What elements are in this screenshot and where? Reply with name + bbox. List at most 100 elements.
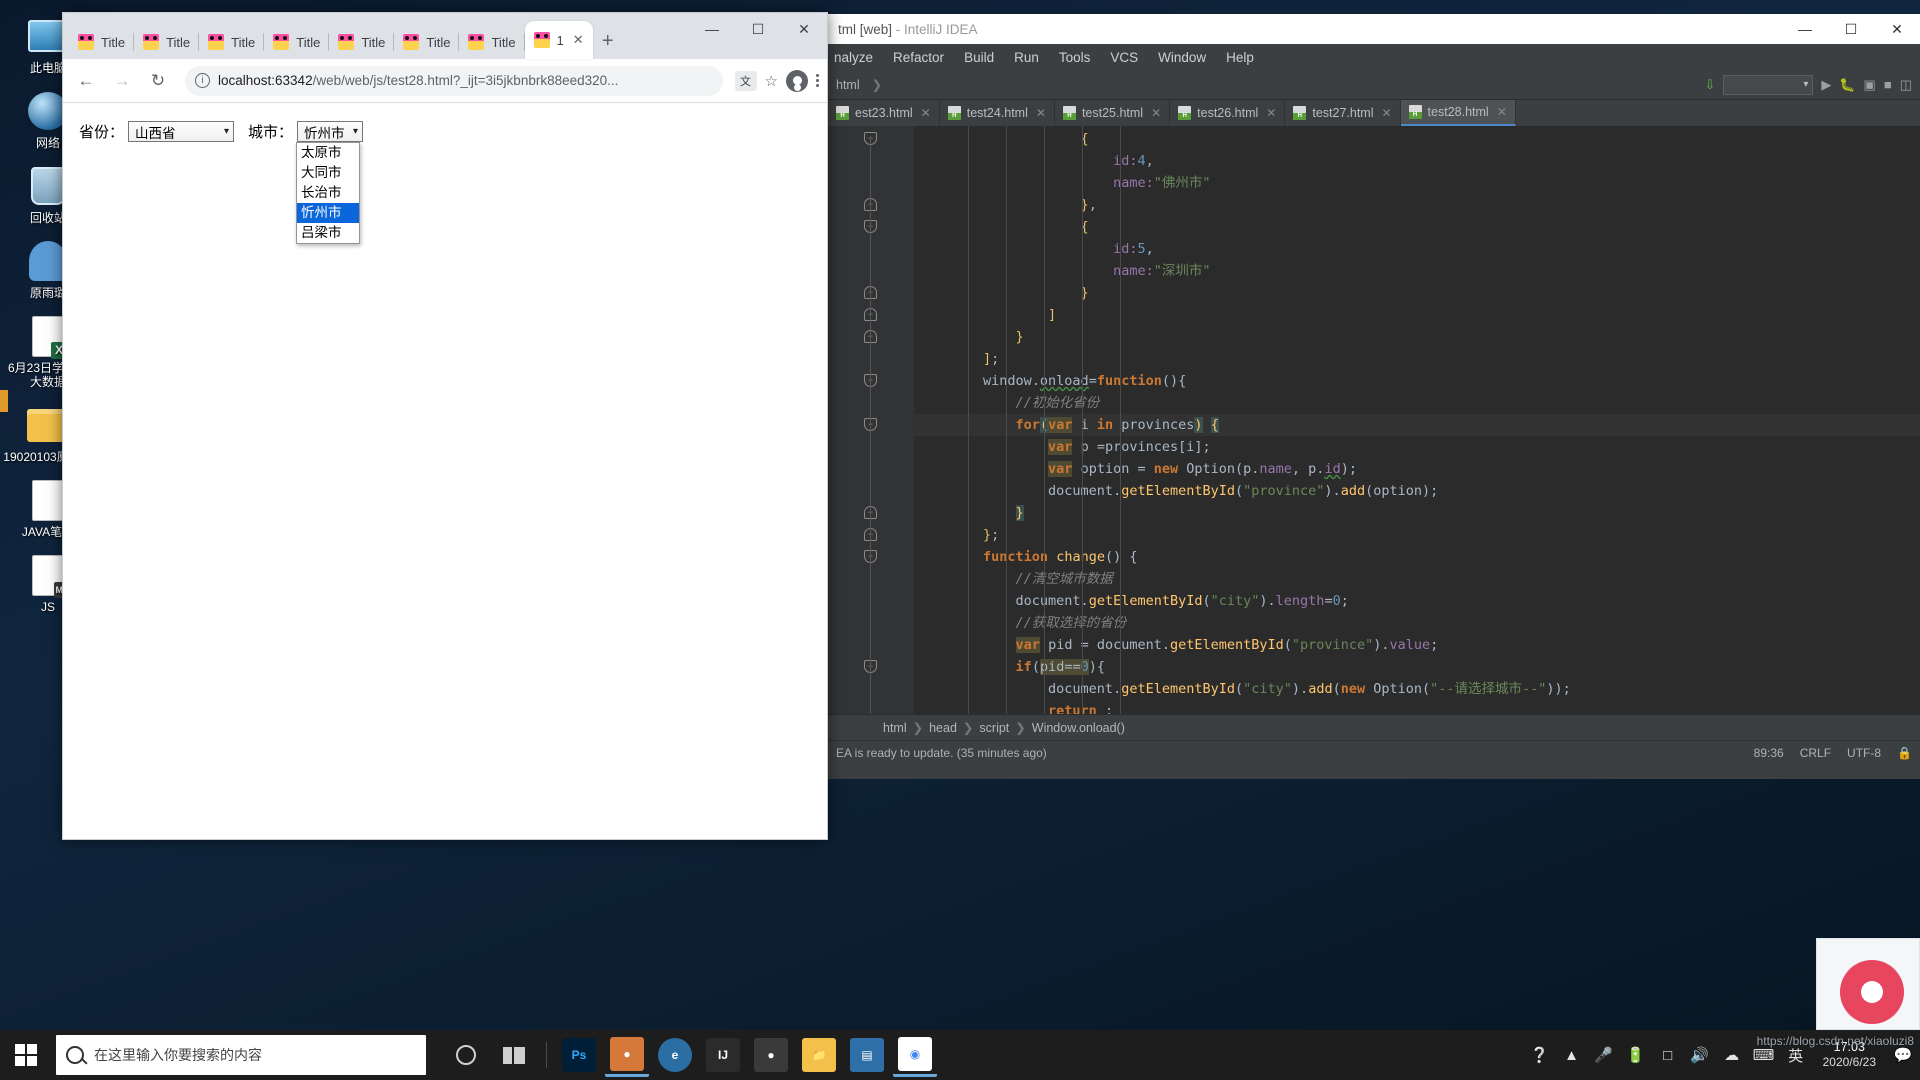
chrome-tab-2[interactable]: Title — [134, 25, 200, 59]
navpath-html[interactable]: html — [883, 721, 907, 735]
chrome-tab-7[interactable]: Title — [459, 25, 525, 59]
province-select[interactable]: 山西省 ▾ — [128, 121, 235, 142]
chrome-close-button[interactable]: ✕ — [781, 13, 827, 45]
chrome-tab-8-active[interactable]: 1 ✕ — [524, 21, 593, 59]
site-info-icon[interactable]: i — [195, 73, 210, 88]
menu-run[interactable]: Run — [1014, 50, 1039, 65]
chrome-maximize-button[interactable]: ☐ — [735, 13, 781, 45]
run-icon[interactable]: ▶ — [1821, 77, 1831, 93]
idea-close-button[interactable]: ✕ — [1874, 14, 1920, 44]
navpath-script[interactable]: script — [979, 721, 1009, 735]
help-circle-icon[interactable]: ❔ — [1529, 1044, 1551, 1066]
chrome-browser-window[interactable]: Title Title Title Title Title Title Titl… — [62, 12, 828, 840]
editor-tab-test23[interactable]: est23.html ✕ — [828, 100, 940, 126]
editor-tab-test26[interactable]: test26.html ✕ — [1170, 100, 1286, 126]
chrome-tab-1[interactable]: Title — [69, 25, 135, 59]
toolbar-breadcrumb-html[interactable]: html — [836, 78, 860, 92]
close-icon[interactable]: ✕ — [1497, 105, 1507, 119]
city-option-xinzhou[interactable]: 忻州市 — [297, 203, 359, 223]
code-line: ]; — [914, 348, 1920, 370]
idea-minimize-button[interactable]: — — [1782, 14, 1828, 44]
start-button[interactable] — [0, 1030, 52, 1080]
intellij-idea-window[interactable]: tml [web] - IntelliJ IDEA — ☐ ✕ nalyze R… — [828, 14, 1920, 779]
chrome-tab-6[interactable]: Title — [394, 25, 460, 59]
new-tab-button[interactable]: + — [593, 26, 623, 56]
coverage-icon[interactable]: ▣ — [1864, 77, 1876, 93]
chevron-up-icon[interactable]: ▲ — [1561, 1044, 1583, 1066]
taskbar-chrome-button[interactable]: ◉ — [893, 1033, 937, 1077]
lock-icon[interactable]: 🔒 — [1897, 746, 1912, 760]
download-update-icon[interactable]: ⇩ — [1704, 77, 1715, 93]
menu-tools[interactable]: Tools — [1059, 50, 1091, 65]
menu-window[interactable]: Window — [1158, 50, 1206, 65]
chrome-menu-icon[interactable] — [816, 73, 819, 88]
city-option-lvliang[interactable]: 吕梁市 — [297, 223, 359, 243]
code-token: Option( — [1365, 681, 1431, 697]
chrome-tab-4[interactable]: Title — [264, 25, 330, 59]
status-encoding[interactable]: UTF-8 — [1847, 746, 1881, 760]
close-icon[interactable]: ✕ — [1036, 106, 1046, 120]
code-line: for(var i in provinces) { — [914, 414, 1920, 436]
idea-maximize-button[interactable]: ☐ — [1828, 14, 1874, 44]
city-option-datong[interactable]: 大同市 — [297, 163, 359, 183]
city-option-taiyuan[interactable]: 太原市 — [297, 143, 359, 163]
battery-icon[interactable]: 🔋 — [1625, 1044, 1647, 1066]
run-configuration-select[interactable]: ▾ — [1723, 74, 1814, 95]
status-caret-position[interactable]: 89:36 — [1754, 746, 1784, 760]
status-line-separator[interactable]: CRLF — [1800, 746, 1831, 760]
taskbar-navicat-button[interactable]: ▤ — [845, 1033, 889, 1077]
web-page-viewport: 省份： 山西省 ▾ 城市： 忻州市 ▾ 太原市 大同市 长治市 忻州市 吕梁市 — [63, 103, 827, 839]
code-line: name:"佛州市" — [914, 172, 1920, 194]
close-icon[interactable]: ✕ — [1151, 106, 1161, 120]
forward-button[interactable]: → — [107, 66, 137, 96]
editor-code-area[interactable]: { id:4, name:"佛州市" }, { id:5, name:"深圳市"… — [914, 126, 1920, 714]
menu-build[interactable]: Build — [964, 50, 994, 65]
menu-analyze[interactable]: nalyze — [834, 50, 873, 65]
profile-avatar[interactable] — [786, 69, 808, 92]
taskbar-search-input[interactable]: 在这里输入你要搜索的内容 — [56, 1035, 426, 1075]
microphone-icon[interactable]: 🎤 — [1593, 1044, 1615, 1066]
address-bar[interactable]: i localhost:63342/web/web/js/test28.html… — [185, 65, 723, 96]
chrome-minimize-button[interactable]: — — [689, 13, 735, 45]
close-icon[interactable]: ✕ — [573, 32, 584, 48]
taskbar-qq-button[interactable]: ● — [749, 1033, 793, 1077]
navpath-head[interactable]: head — [929, 721, 957, 735]
editor-tab-test24[interactable]: test24.html ✕ — [940, 100, 1055, 126]
editor-tab-test28[interactable]: test28.html ✕ — [1400, 100, 1516, 126]
taskbar-wechat-button[interactable]: ● — [605, 1033, 649, 1077]
stop-icon[interactable]: ■ — [1884, 77, 1892, 92]
menu-refactor[interactable]: Refactor — [893, 50, 944, 65]
menu-help[interactable]: Help — [1226, 50, 1254, 65]
close-icon[interactable]: ✕ — [921, 106, 931, 120]
code-token: 4 — [1137, 153, 1146, 169]
navpath-window-onload[interactable]: Window.onload() — [1032, 721, 1125, 735]
debug-icon[interactable]: 🐛 — [1839, 77, 1855, 93]
editor-tab-test25[interactable]: test25.html ✕ — [1055, 100, 1171, 126]
close-icon[interactable]: ✕ — [1266, 106, 1276, 120]
translate-icon[interactable]: 文 — [734, 70, 757, 91]
idea-code-editor[interactable]: −−−−−−−−−−−− { id:4, name:"佛州市" }, { id:… — [828, 126, 1920, 714]
network-icon[interactable]: □ — [1657, 1044, 1679, 1066]
taskbar-browser-button[interactable]: e — [653, 1033, 697, 1077]
menu-vcs[interactable]: VCS — [1110, 50, 1138, 65]
city-dropdown-list[interactable]: 太原市 大同市 长治市 忻州市 吕梁市 — [296, 142, 360, 244]
volume-icon[interactable]: 🔊 — [1689, 1044, 1711, 1066]
close-icon[interactable]: ✕ — [1381, 106, 1391, 120]
taskbar-explorer-button[interactable]: 📁 — [797, 1033, 841, 1077]
layout-icon[interactable]: ◫ — [1900, 77, 1912, 93]
editor-gutter[interactable]: −−−−−−−−−−−− — [828, 126, 914, 714]
chrome-tab-3[interactable]: Title — [199, 25, 265, 59]
city-option-changzhi[interactable]: 长治市 — [297, 183, 359, 203]
cloud-icon[interactable]: ☁ — [1721, 1044, 1743, 1066]
reload-button[interactable]: ↻ — [143, 66, 173, 96]
address-bar-url: localhost:63342/web/web/js/test28.html?_… — [218, 73, 618, 88]
taskbar-cortana-button[interactable] — [444, 1033, 488, 1077]
city-select[interactable]: 忻州市 ▾ — [297, 121, 364, 142]
taskbar-idea-button[interactable]: IJ — [701, 1033, 745, 1077]
editor-tab-test27[interactable]: test27.html ✕ — [1285, 100, 1401, 126]
bookmark-star-icon[interactable]: ☆ — [765, 72, 778, 90]
taskbar-photoshop-button[interactable]: Ps — [557, 1033, 601, 1077]
chrome-tab-5[interactable]: Title — [329, 25, 395, 59]
taskbar-task-view-button[interactable] — [492, 1033, 536, 1077]
back-button[interactable]: ← — [71, 66, 101, 96]
